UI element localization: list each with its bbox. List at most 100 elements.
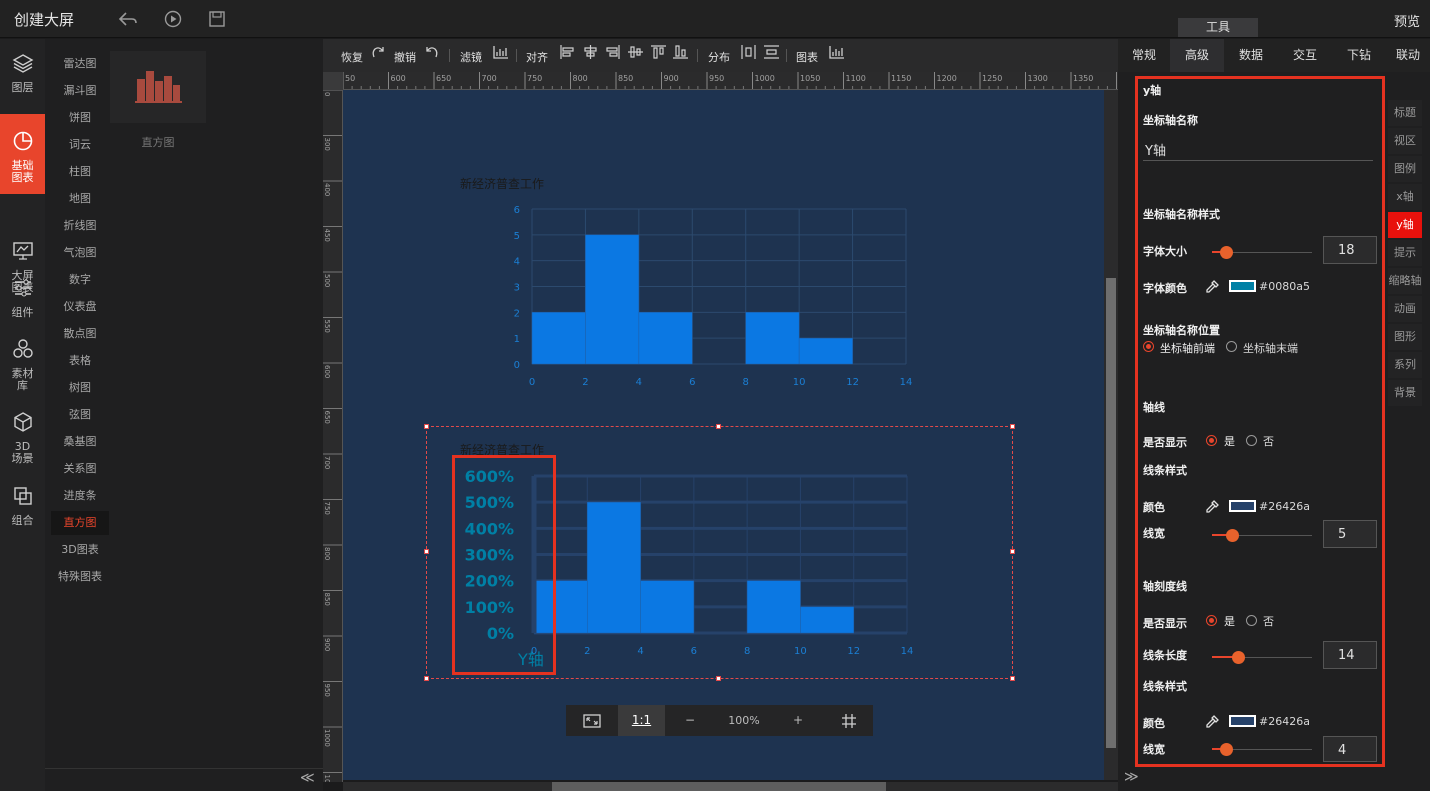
eyedropper-icon[interactable] xyxy=(1205,279,1220,298)
tab-advanced[interactable]: 高级 xyxy=(1170,39,1224,72)
histogram-thumbnail[interactable] xyxy=(110,51,206,123)
category-item[interactable]: 柱图 xyxy=(51,160,109,184)
side-tab[interactable]: 提示 xyxy=(1388,240,1422,266)
category-item[interactable]: 桑基图 xyxy=(51,430,109,454)
resize-handle[interactable] xyxy=(1010,549,1015,554)
rail-item-layers[interactable]: 图层 xyxy=(0,52,45,100)
rail-item-3d-scene[interactable]: 3D 场景 xyxy=(0,411,45,465)
grid-icon[interactable] xyxy=(824,705,873,736)
horizontal-scroll-thumb[interactable] xyxy=(552,782,886,791)
category-item[interactable]: 3D图表 xyxy=(51,538,109,562)
side-tab[interactable]: x轴 xyxy=(1388,184,1422,210)
rail-item-screen-charts[interactable]: 大屏 图表 xyxy=(0,206,45,294)
resize-handle[interactable] xyxy=(424,549,429,554)
vertical-scroll-thumb[interactable] xyxy=(1106,278,1116,748)
axis-line-width-slider-knob[interactable] xyxy=(1226,529,1239,542)
side-tab[interactable]: 图例 xyxy=(1388,156,1422,182)
tick-width-input[interactable]: 4 xyxy=(1323,736,1377,762)
zoom-one-to-one-button[interactable]: 1:1 xyxy=(618,705,665,736)
resize-handle[interactable] xyxy=(1010,676,1015,681)
category-item[interactable]: 进度条 xyxy=(51,484,109,508)
align-left-icon[interactable] xyxy=(560,45,575,63)
side-tab[interactable]: 系列 xyxy=(1388,352,1422,378)
tab-interaction[interactable]: 交互 xyxy=(1278,39,1332,72)
align-top-icon[interactable] xyxy=(651,45,666,63)
resize-handle[interactable] xyxy=(424,676,429,681)
category-item[interactable]: 雷达图 xyxy=(51,52,109,76)
redo-button[interactable]: 恢复 xyxy=(341,49,363,65)
redo-icon[interactable] xyxy=(371,45,386,63)
distribute-h-icon[interactable] xyxy=(741,45,756,63)
axis-name-input[interactable]: Y轴 xyxy=(1143,140,1373,161)
rail-item-components[interactable]: 组件 xyxy=(0,277,45,321)
align-bottom-icon[interactable] xyxy=(673,45,688,63)
resize-handle[interactable] xyxy=(1010,424,1015,429)
tick-length-slider-knob[interactable] xyxy=(1232,651,1245,664)
axis-line-color-swatch[interactable] xyxy=(1229,500,1256,512)
category-item[interactable]: 表格 xyxy=(51,349,109,373)
tab-linkage[interactable]: 联动 xyxy=(1386,39,1430,72)
eyedropper-icon[interactable] xyxy=(1205,714,1220,733)
fit-screen-icon[interactable] xyxy=(566,705,618,736)
resize-handle[interactable] xyxy=(716,424,721,429)
category-item[interactable]: 漏斗图 xyxy=(51,79,109,103)
rail-item-assets[interactable]: 素材 库 xyxy=(0,338,45,392)
zoom-in-button[interactable]: + xyxy=(784,705,812,736)
resize-handle[interactable] xyxy=(424,424,429,429)
category-item[interactable]: 仪表盘 xyxy=(51,295,109,319)
font-size-input[interactable]: 18 xyxy=(1323,236,1377,264)
undo-button[interactable]: 撤销 xyxy=(394,49,416,65)
side-tab[interactable]: 背景 xyxy=(1388,380,1422,406)
rail-item-basic-charts[interactable]: 基础 图表 xyxy=(0,114,45,194)
radio-axis-line-yes[interactable] xyxy=(1206,435,1217,446)
distribute-v-icon[interactable] xyxy=(764,45,779,63)
side-tab[interactable]: y轴 xyxy=(1388,212,1422,238)
category-item[interactable]: 气泡图 xyxy=(51,241,109,265)
side-tab[interactable]: 图形 xyxy=(1388,324,1422,350)
chart1-plot[interactable]: 0 2 4 6 8 10 12 140123456 xyxy=(500,200,930,400)
play-icon[interactable] xyxy=(163,9,183,29)
undo-icon[interactable] xyxy=(424,45,439,63)
side-tab[interactable]: 缩略轴 xyxy=(1388,268,1422,294)
chart-icon[interactable] xyxy=(829,45,845,63)
radio-axis-line-no[interactable] xyxy=(1246,435,1257,446)
radio-axis-end[interactable] xyxy=(1226,341,1237,352)
category-item[interactable]: 直方图 xyxy=(51,511,109,535)
font-color-swatch[interactable] xyxy=(1229,280,1256,292)
collapse-right-icon[interactable]: ≫ xyxy=(1124,769,1139,785)
tab-general[interactable]: 常规 xyxy=(1118,39,1170,72)
category-item[interactable]: 饼图 xyxy=(51,106,109,130)
eyedropper-icon[interactable] xyxy=(1205,499,1220,518)
side-tab[interactable]: 动画 xyxy=(1388,296,1422,322)
filter-chart-icon[interactable] xyxy=(493,45,509,63)
side-tab[interactable]: 视区 xyxy=(1388,128,1422,154)
align-middle-icon[interactable] xyxy=(628,45,643,63)
resize-handle[interactable] xyxy=(716,676,721,681)
tick-width-slider-knob[interactable] xyxy=(1220,743,1233,756)
radio-tick-no[interactable] xyxy=(1246,615,1257,626)
axis-line-width-input[interactable]: 5 xyxy=(1323,520,1377,548)
category-item[interactable]: 词云 xyxy=(51,133,109,157)
align-center-h-icon[interactable] xyxy=(583,45,598,63)
tools-tab[interactable]: 工具 xyxy=(1178,18,1258,37)
radio-axis-start[interactable] xyxy=(1143,341,1154,352)
category-item[interactable]: 数字 xyxy=(51,268,109,292)
back-icon[interactable] xyxy=(118,9,138,29)
save-icon[interactable] xyxy=(207,9,227,29)
zoom-out-button[interactable]: − xyxy=(676,705,704,736)
radio-tick-yes[interactable] xyxy=(1206,615,1217,626)
category-item[interactable]: 特殊图表 xyxy=(51,565,109,589)
category-item[interactable]: 折线图 xyxy=(51,214,109,238)
font-size-slider-knob[interactable] xyxy=(1220,246,1233,259)
tick-color-swatch[interactable] xyxy=(1229,715,1256,727)
collapse-left-icon[interactable]: ≪ xyxy=(300,770,315,786)
category-item[interactable]: 散点图 xyxy=(51,322,109,346)
category-item[interactable]: 弦图 xyxy=(51,403,109,427)
rail-item-group[interactable]: 组合 xyxy=(0,485,45,529)
filter-button[interactable]: 滤镜 xyxy=(460,49,482,65)
preview-button[interactable]: 预览 xyxy=(1394,11,1420,30)
category-item[interactable]: 关系图 xyxy=(51,457,109,481)
tab-drilldown[interactable]: 下钻 xyxy=(1332,39,1386,72)
category-item[interactable]: 树图 xyxy=(51,376,109,400)
tab-data[interactable]: 数据 xyxy=(1224,39,1278,72)
